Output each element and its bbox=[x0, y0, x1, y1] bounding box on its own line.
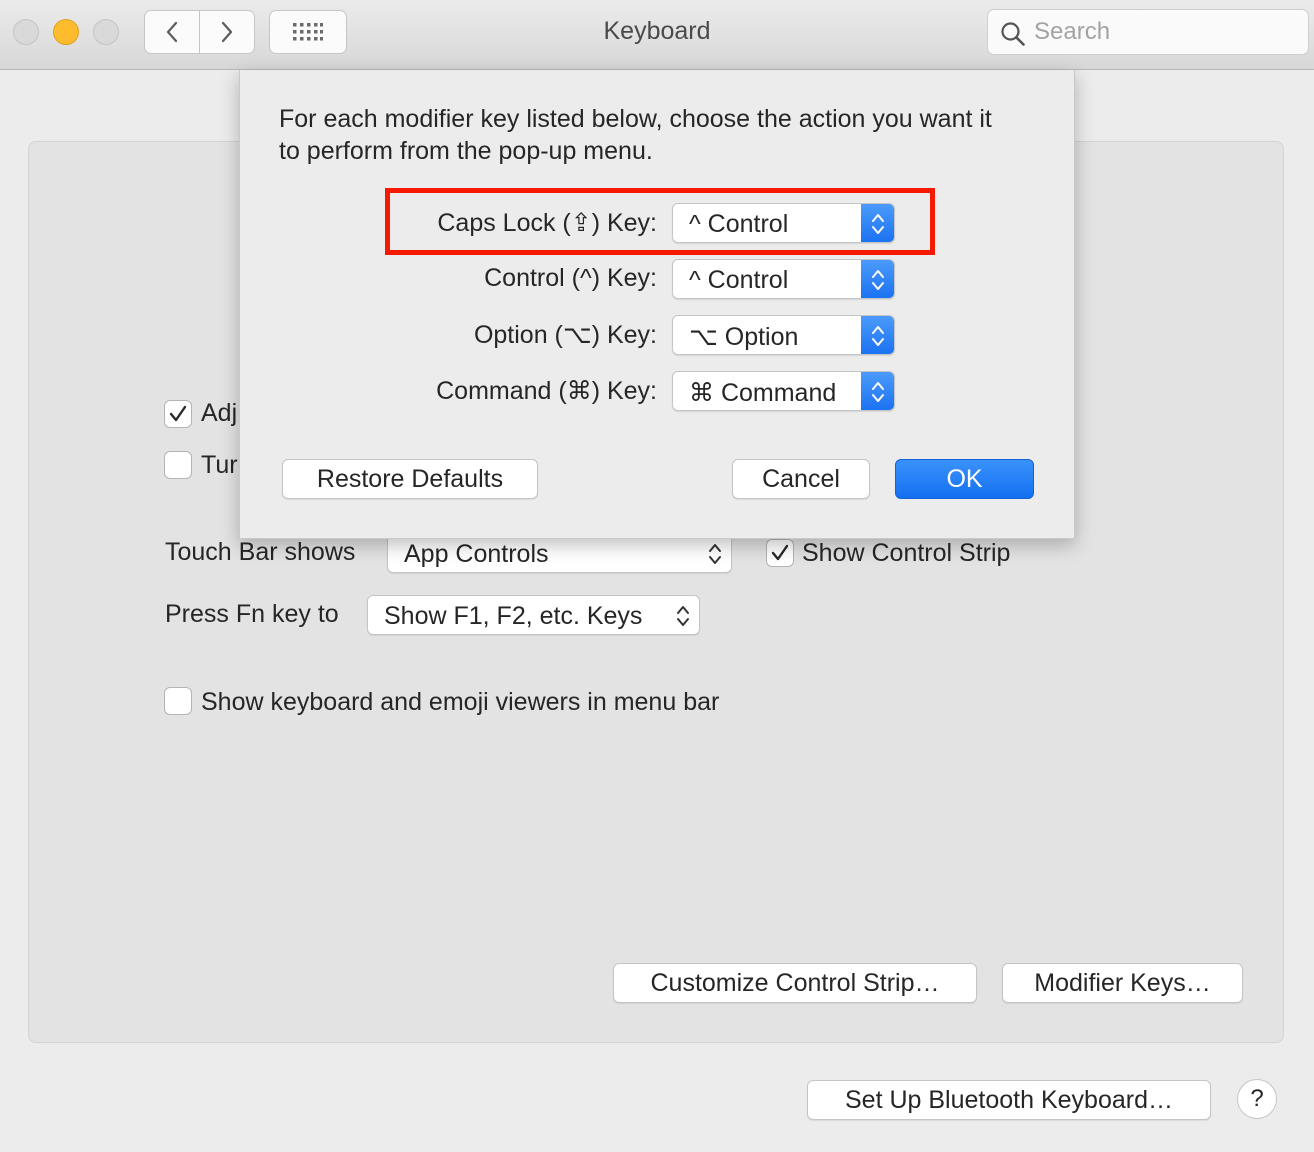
help-button[interactable]: ? bbox=[1237, 1079, 1277, 1119]
search-icon bbox=[1001, 22, 1025, 46]
checkmark-icon bbox=[771, 544, 789, 561]
caps-lock-highlight-box bbox=[385, 188, 935, 255]
updown-chevron-icon bbox=[861, 316, 894, 354]
updown-chevron-icon bbox=[861, 372, 894, 410]
fn-key-value: Show F1, F2, etc. Keys bbox=[384, 602, 643, 630]
restore-defaults-button[interactable]: Restore Defaults bbox=[282, 459, 538, 499]
control-key-popup[interactable]: ^ Control bbox=[672, 259, 895, 299]
customize-control-strip-button[interactable]: Customize Control Strip… bbox=[613, 963, 977, 1003]
search-field[interactable] bbox=[987, 9, 1309, 55]
checkmark-icon bbox=[169, 405, 187, 422]
sheet-intro-text: For each modifier key listed below, choo… bbox=[279, 105, 992, 165]
modifier-keys-button[interactable]: Modifier Keys… bbox=[1002, 963, 1243, 1003]
option-key-value: ⌥ Option bbox=[689, 323, 799, 351]
command-key-popup[interactable]: ⌘ Command bbox=[672, 371, 895, 411]
bluetooth-keyboard-button[interactable]: Set Up Bluetooth Keyboard… bbox=[807, 1080, 1211, 1120]
fn-key-label: Press Fn key to bbox=[165, 600, 339, 628]
turn-checkbox[interactable] bbox=[164, 451, 192, 479]
updown-chevron-icon bbox=[861, 260, 894, 298]
adjust-checkbox[interactable] bbox=[164, 400, 192, 428]
turn-checkbox-label: Tur bbox=[201, 451, 238, 479]
updown-chevron-icon bbox=[677, 606, 689, 626]
touch-bar-popup[interactable]: App Controls bbox=[387, 533, 732, 573]
control-key-label: Control (^) Key: bbox=[484, 264, 657, 292]
window-titlebar: Keyboard bbox=[0, 0, 1314, 70]
control-key-value: ^ Control bbox=[689, 266, 789, 294]
ok-button[interactable]: OK bbox=[895, 459, 1034, 499]
fn-key-popup[interactable]: Show F1, F2, etc. Keys bbox=[367, 595, 700, 635]
show-viewers-label: Show keyboard and emoji viewers in menu … bbox=[201, 688, 720, 716]
command-key-label: Command (⌘) Key: bbox=[436, 377, 657, 405]
touch-bar-value: App Controls bbox=[404, 540, 549, 568]
show-control-strip-checkbox[interactable] bbox=[766, 539, 794, 567]
show-control-strip-label: Show Control Strip bbox=[802, 539, 1011, 567]
search-input[interactable] bbox=[1034, 17, 1294, 47]
touch-bar-label: Touch Bar shows bbox=[165, 538, 356, 566]
option-key-label: Option (⌥) Key: bbox=[473, 321, 657, 349]
option-key-popup[interactable]: ⌥ Option bbox=[672, 315, 895, 355]
updown-chevron-icon bbox=[709, 544, 721, 564]
cancel-button[interactable]: Cancel bbox=[732, 459, 870, 499]
modifier-keys-sheet: For each modifier key listed below, choo… bbox=[239, 70, 1075, 539]
show-viewers-checkbox[interactable] bbox=[164, 687, 192, 715]
adjust-checkbox-label: Adj bbox=[201, 399, 238, 427]
command-key-value: ⌘ Command bbox=[689, 379, 837, 407]
